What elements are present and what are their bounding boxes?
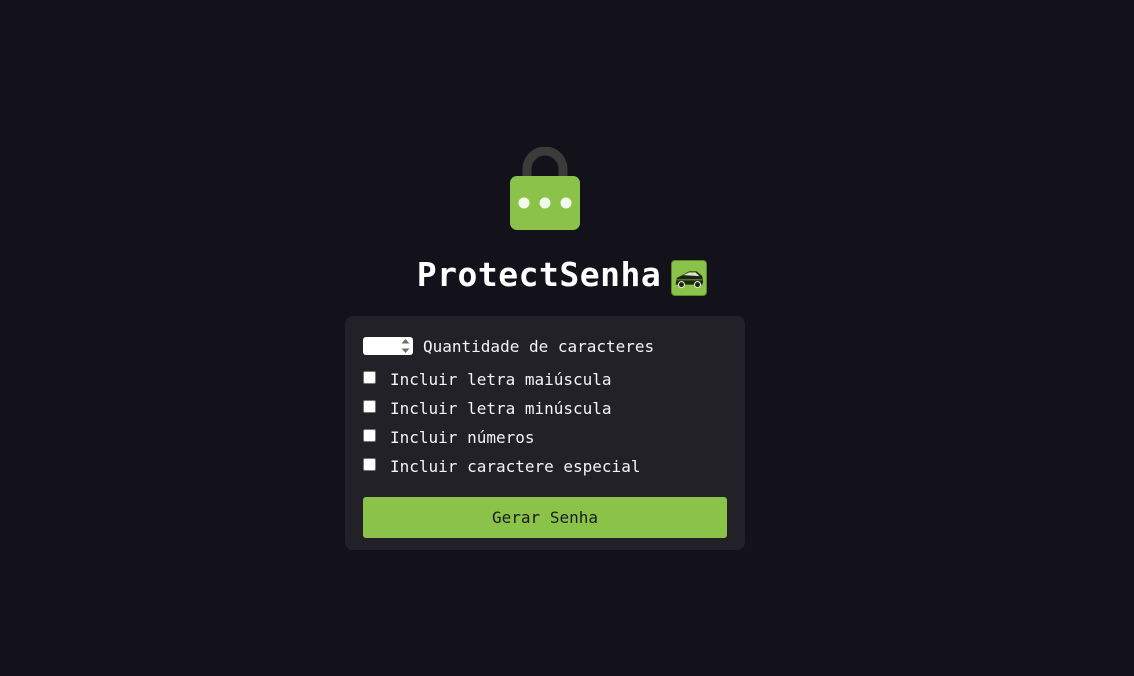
length-row: Quantidade de caracteres bbox=[363, 336, 727, 356]
chevron-up-icon[interactable] bbox=[401, 338, 410, 344]
password-options-card: Quantidade de caracteres Incluir letra m… bbox=[345, 316, 745, 550]
title-row: ProtectSenha bbox=[0, 253, 1134, 296]
option-special[interactable]: Incluir caractere especial bbox=[363, 452, 727, 481]
option-lowercase[interactable]: Incluir letra minúscula bbox=[363, 394, 727, 423]
uppercase-checkbox[interactable] bbox=[363, 371, 376, 384]
option-label: Incluir caractere especial bbox=[390, 457, 641, 476]
numbers-checkbox[interactable] bbox=[363, 429, 376, 442]
option-numbers[interactable]: Incluir números bbox=[363, 423, 727, 452]
option-label: Incluir letra maiúscula bbox=[390, 370, 612, 389]
option-label: Incluir números bbox=[390, 428, 535, 447]
lock-icon bbox=[510, 147, 580, 230]
lowercase-checkbox[interactable] bbox=[363, 400, 376, 413]
length-input[interactable] bbox=[363, 337, 413, 355]
app-title: ProtectSenha bbox=[416, 255, 662, 294]
special-checkbox[interactable] bbox=[363, 458, 376, 471]
page: ProtectSenha Quantidade de caracteres In… bbox=[0, 0, 1134, 676]
length-label: Quantidade de caracteres bbox=[423, 336, 655, 356]
length-stepper[interactable] bbox=[400, 338, 411, 354]
generate-password-button[interactable]: Gerar Senha bbox=[363, 497, 727, 538]
option-uppercase[interactable]: Incluir letra maiúscula bbox=[363, 365, 727, 394]
chevron-down-icon[interactable] bbox=[401, 348, 410, 354]
car-icon bbox=[671, 259, 708, 296]
option-label: Incluir letra minúscula bbox=[390, 399, 612, 418]
